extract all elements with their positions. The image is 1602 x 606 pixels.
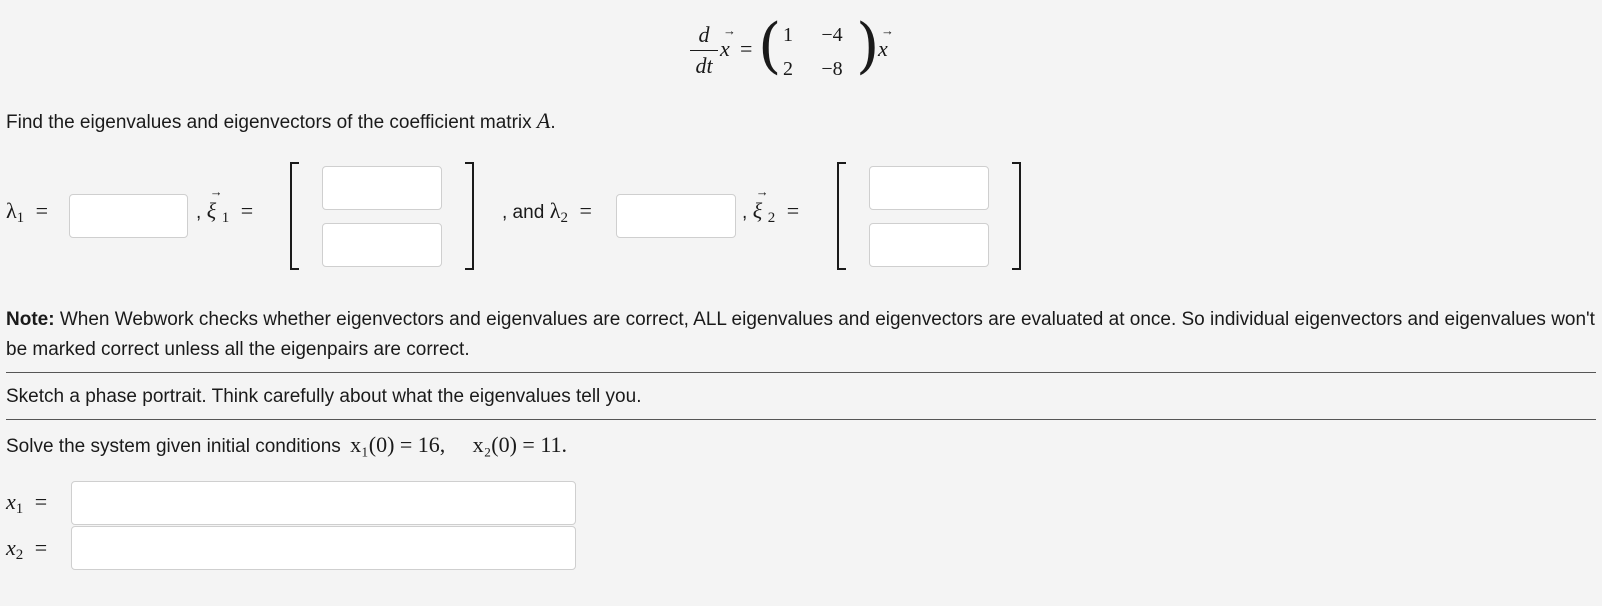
- xi2-left-bracket: [837, 162, 846, 270]
- vector-arrow-icon: →: [755, 184, 769, 199]
- right-paren: ): [856, 11, 880, 81]
- x2-solution-input[interactable]: [71, 526, 576, 570]
- xi-symbol: ξ: [752, 198, 763, 223]
- lambda2-subscript: 2: [560, 210, 568, 226]
- x-symbol: x: [6, 489, 16, 514]
- comma: ,: [742, 202, 748, 223]
- xi2-right-bracket: [1012, 162, 1021, 270]
- vector-arrow-icon: →: [881, 23, 894, 38]
- x1-label: x1 =: [6, 489, 47, 518]
- derivative-operator: d dt: [690, 22, 718, 79]
- xi1-top-input[interactable]: [322, 166, 442, 210]
- vector-arrow-icon: →: [723, 23, 736, 38]
- derivative-numerator: d: [698, 22, 710, 47]
- vector-x-right: → x: [878, 23, 894, 62]
- prompt-period: .: [550, 112, 556, 133]
- x-symbol: x: [6, 535, 16, 560]
- equals-sign: =: [240, 198, 254, 223]
- xi2-top-input[interactable]: [869, 166, 989, 210]
- lambda1-input[interactable]: [69, 194, 188, 238]
- equals-sign: =: [579, 198, 592, 223]
- derivative-denominator: dt: [695, 53, 713, 79]
- system-equation: d dt → x = ( 1 −4 2 −8 ) → x: [690, 16, 920, 84]
- lambda-symbol: λ: [6, 198, 17, 223]
- sketch-prompt: Sketch a phase portrait. Think carefully…: [6, 386, 642, 407]
- vector-arrow-icon: →: [209, 184, 223, 199]
- xi1-subscript: 1: [221, 210, 230, 226]
- divider: [6, 372, 1596, 373]
- solve-prompt-text: Solve the system given initial condition…: [6, 436, 341, 457]
- vector-x-symbol: x: [720, 36, 730, 61]
- comma: ,: [196, 202, 202, 223]
- note-label: Note:: [6, 309, 55, 330]
- xi1-bottom-input[interactable]: [322, 223, 442, 267]
- matrix-cell-2-1: 2: [783, 58, 793, 80]
- lambda1-subscript: 1: [16, 210, 25, 226]
- note-paragraph: Note: When Webwork checks whether eigenv…: [6, 305, 1598, 365]
- vector-x-left: → x: [720, 23, 736, 62]
- note-text: When Webwork checks whether eigenvectors…: [6, 309, 1595, 360]
- fraction-bar: [690, 50, 718, 52]
- xi1-right-bracket: [465, 162, 474, 270]
- equals-sign: =: [34, 489, 48, 514]
- x2-subscript: 2: [15, 547, 24, 563]
- matrix-symbol-A: A: [536, 108, 551, 133]
- divider: [6, 419, 1596, 420]
- xi2-subscript: 2: [767, 210, 776, 226]
- matrix-cell-2-2: −8: [821, 58, 843, 80]
- initial-condition-x1: x₁(0) = 16,: [350, 432, 446, 457]
- equals-sign: =: [786, 198, 800, 223]
- vector-x-symbol: x: [878, 36, 888, 61]
- x1-solution-input[interactable]: [71, 481, 576, 525]
- xi2-bottom-input[interactable]: [869, 223, 989, 267]
- xi1-label: , → ξ 1 =: [196, 184, 254, 227]
- matrix-cell-1-2: −4: [821, 24, 843, 46]
- xi-symbol: ξ: [206, 198, 217, 223]
- matrix-cell-1-1: 1: [783, 24, 793, 46]
- x1-subscript: 1: [15, 501, 24, 517]
- lambda2-label: , and λ2 =: [502, 198, 592, 227]
- x2-label: x2 =: [6, 535, 47, 564]
- lambda2-input[interactable]: [616, 194, 736, 238]
- lambda1-label: λ1 =: [6, 198, 48, 227]
- and-text: , and: [502, 202, 545, 223]
- xi1-left-bracket: [290, 162, 299, 270]
- initial-condition-x2: x₂(0) = 11.: [472, 432, 568, 457]
- xi2-label: , → ξ 2 =: [742, 184, 800, 227]
- equals-sign: =: [35, 198, 49, 223]
- equals-sign: =: [740, 36, 753, 61]
- eigen-prompt: Find the eigenvalues and eigenvectors of…: [6, 108, 556, 134]
- lambda-symbol: λ: [549, 198, 561, 223]
- solve-prompt: Solve the system given initial condition…: [6, 432, 567, 458]
- eigen-prompt-text: Find the eigenvalues and eigenvectors of…: [6, 112, 532, 133]
- equals-sign: =: [34, 535, 48, 560]
